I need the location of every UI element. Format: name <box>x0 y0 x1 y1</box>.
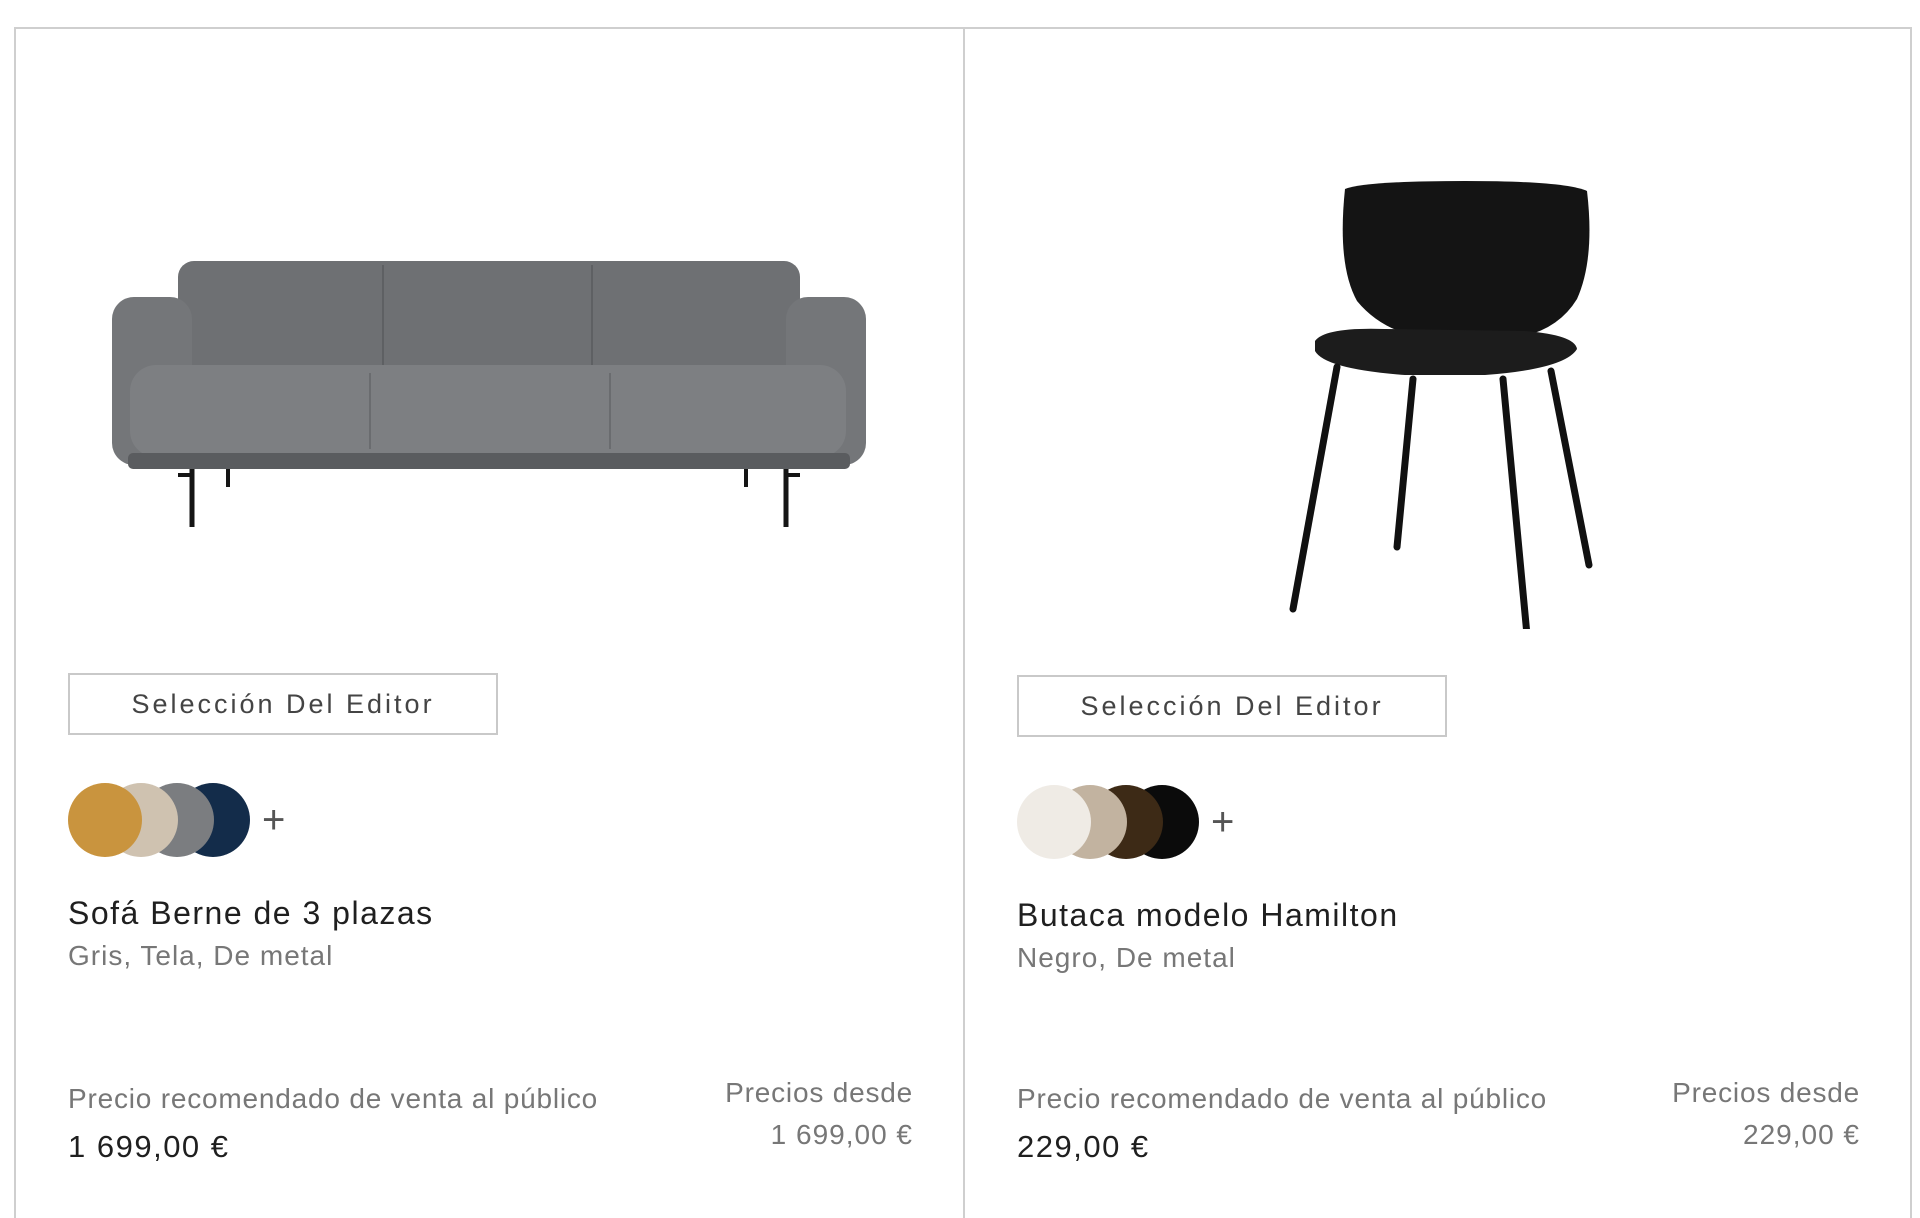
product-description: Gris, Tela, De metal <box>68 940 334 971</box>
product-card-sofa[interactable]: Selección Del Editor + Sofá Berne de 3 p… <box>16 29 963 1218</box>
price-from-label: Precios desde <box>1672 1077 1860 1108</box>
more-colors-plus-icon[interactable]: + <box>1211 802 1234 842</box>
color-swatch[interactable] <box>68 783 142 857</box>
rrp-label: Precio recomendado de venta al público <box>68 1083 599 1114</box>
color-swatch[interactable] <box>1017 785 1091 859</box>
product-name[interactable]: Butaca modelo Hamilton <box>1017 897 1399 934</box>
product-price: 229,00 € <box>1017 1129 1150 1164</box>
sofa-image <box>112 261 866 527</box>
product-card-chair[interactable]: Selección Del Editor + Butaca modelo Ham… <box>963 29 1910 1218</box>
color-swatches: + <box>1017 785 1234 859</box>
editors-pick-badge: Selección Del Editor <box>68 673 498 735</box>
price-from-value: 229,00 € <box>1743 1119 1860 1150</box>
product-image[interactable] <box>965 29 1910 629</box>
more-colors-plus-icon[interactable]: + <box>262 800 285 840</box>
chair-image <box>1289 181 1593 629</box>
product-description: Negro, De metal <box>1017 942 1236 973</box>
rrp-label: Precio recomendado de venta al público <box>1017 1083 1548 1114</box>
price-from-value: 1 699,00 € <box>770 1119 913 1150</box>
product-image[interactable] <box>16 29 963 629</box>
price-from-label: Precios desde <box>725 1077 913 1108</box>
color-swatches: + <box>68 783 285 857</box>
product-price: 1 699,00 € <box>68 1129 230 1164</box>
editors-pick-badge: Selección Del Editor <box>1017 675 1447 737</box>
product-name[interactable]: Sofá Berne de 3 plazas <box>68 895 434 932</box>
product-grid: Selección Del Editor + Sofá Berne de 3 p… <box>14 27 1912 1218</box>
